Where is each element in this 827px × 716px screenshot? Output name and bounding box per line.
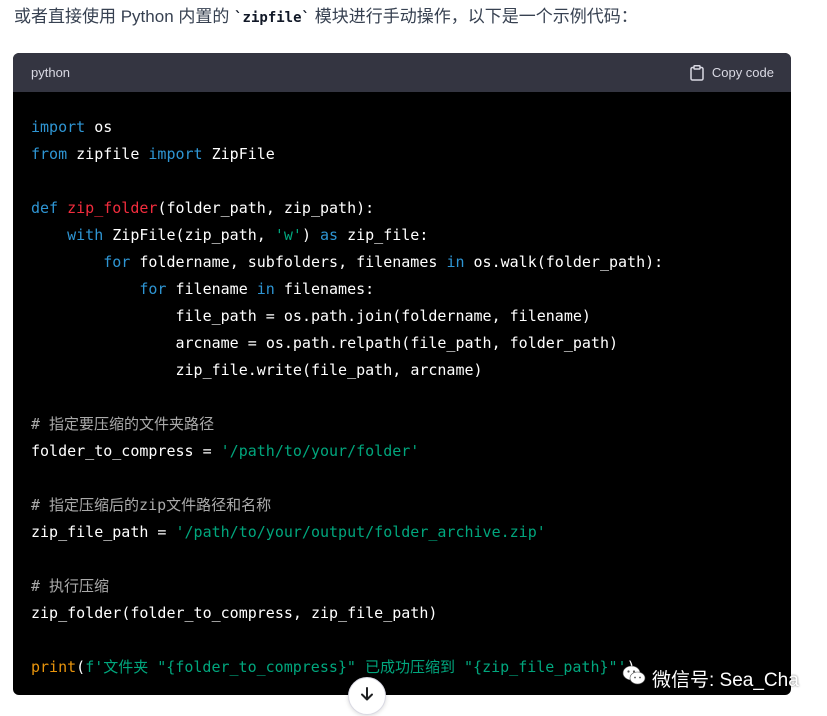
code-identifier: relpath xyxy=(338,334,402,352)
code-line: arcname = os.path.relpath(file_path, fol… xyxy=(175,334,619,352)
code-line: print(f'文件夹 "{folder_to_compress}" 已成功压缩… xyxy=(31,658,636,676)
code-line: file_path = os.path.join(foldername, fil… xyxy=(175,307,591,325)
inline-code-zipfile: `zipfile` xyxy=(234,10,310,26)
code-keyword: for xyxy=(139,280,167,298)
intro-before: 或者直接使用 Python 内置的 xyxy=(14,7,235,26)
code-function-name: zip_folder xyxy=(67,199,158,217)
intro-after: 模块进行手动操作，以下是一个示例代码： xyxy=(309,7,638,26)
code-line: # 执行压缩 xyxy=(31,577,109,595)
code-identifier: zip_path xyxy=(283,199,357,217)
code-identifier: join xyxy=(356,307,393,325)
copy-code-label: Copy code xyxy=(711,65,774,80)
code-identifier: arcname xyxy=(410,361,474,379)
code-identifier: write xyxy=(256,361,302,379)
code-line: import os xyxy=(31,118,112,136)
code-identifier: subfolders xyxy=(247,253,339,271)
code-string: 'w' xyxy=(274,226,302,244)
code-identifier: file_path xyxy=(410,334,492,352)
code-string: '/path/to/your/output/folder_archive.zip… xyxy=(175,523,546,541)
code-keyword: for xyxy=(103,253,131,271)
copy-code-button[interactable]: Copy code xyxy=(690,64,774,81)
code-line: # 指定要压缩的文件夹路径 xyxy=(31,415,214,433)
code-keyword: def xyxy=(31,199,59,217)
wechat-icon xyxy=(622,664,646,692)
code-block: python Copy code import os from zipfile … xyxy=(13,53,791,695)
code-line: with ZipFile(zip_path, 'w') as zip_file: xyxy=(67,226,429,244)
code-line: for filename in filenames: xyxy=(139,280,375,298)
code-identifier: file_path xyxy=(175,307,257,325)
code-identifier: zip_file_path xyxy=(31,523,149,541)
code-builtin: print xyxy=(31,658,77,676)
code-identifier: path xyxy=(310,307,348,325)
code-line: # 指定压缩后的zip文件路径和名称 xyxy=(31,496,271,514)
code-comment: # 指定压缩后的zip文件路径和名称 xyxy=(31,496,272,514)
code-identifier: folder_to_compress xyxy=(31,442,194,460)
code-keyword: from xyxy=(31,145,68,163)
code-identifier: zipfile xyxy=(76,145,140,163)
code-comment: # 指定要压缩的文件夹路径 xyxy=(31,415,215,433)
code-line: folder_to_compress = '/path/to/your/fold… xyxy=(31,442,420,460)
code-fstring: f'文件夹 "{folder_to_compress}" 已成功压缩到 "{zi… xyxy=(85,658,627,676)
code-string: '/path/to/your/folder' xyxy=(220,442,420,460)
code-identifier: filename xyxy=(509,307,582,325)
code-line: from zipfile import ZipFile xyxy=(31,145,275,163)
code-identifier: folder_path xyxy=(509,334,609,352)
code-identifier: os xyxy=(473,253,492,271)
code-identifier: ZipFile xyxy=(112,226,176,244)
code-identifier: arcname xyxy=(175,334,239,352)
code-identifier: folder_path xyxy=(166,199,266,217)
watermark-text: 微信号: Sea_Cha xyxy=(652,669,799,691)
code-line: for foldername, subfolders, filenames in… xyxy=(103,253,664,271)
code-keyword: import xyxy=(31,118,86,136)
code-identifier: filename xyxy=(175,280,248,298)
code-line: zip_folder(folder_to_compress, zip_file_… xyxy=(31,604,438,622)
code-keyword: with xyxy=(67,226,104,244)
code-keyword: in xyxy=(256,280,275,298)
code-identifier: walk xyxy=(500,253,537,271)
code-keyword: in xyxy=(446,253,465,271)
code-identifier: foldername xyxy=(401,307,492,325)
code-identifier: zip_folder xyxy=(31,604,122,622)
code-identifier: ZipFile xyxy=(211,145,275,163)
code-line: zip_file_path = '/path/to/your/output/fo… xyxy=(31,523,546,541)
code-identifier: zip_file xyxy=(347,226,420,244)
code-header: python Copy code xyxy=(13,53,791,92)
code-comment: # 执行压缩 xyxy=(31,577,110,595)
intro-text: 或者直接使用 Python 内置的 `zipfile` 模块进行手动操作，以下是… xyxy=(14,4,638,31)
code-identifier: zip_path xyxy=(184,226,257,244)
scroll-to-bottom-button[interactable] xyxy=(348,677,386,715)
python-code: import os from zipfile import ZipFile de… xyxy=(31,118,663,676)
arrow-down-icon xyxy=(359,686,375,707)
code-identifier: filenames xyxy=(356,253,438,271)
code-identifier: folder_to_compress xyxy=(130,604,293,622)
code-identifier: path xyxy=(292,334,330,352)
code-identifier: zip_file_path xyxy=(310,604,429,622)
clipboard-icon xyxy=(690,64,704,81)
code-line: zip_file.write(file_path, arcname) xyxy=(175,361,483,379)
code-language-label: python xyxy=(31,65,71,80)
code-keyword: import xyxy=(148,145,203,163)
code-identifier: file_path xyxy=(310,361,393,379)
code-identifier: zip_file xyxy=(175,361,248,379)
code-content: import os from zipfile import ZipFile de… xyxy=(13,92,791,681)
code-identifier: folder_path xyxy=(545,253,646,271)
code-identifier: foldername xyxy=(139,253,230,271)
code-identifier: filenames xyxy=(283,280,366,298)
code-identifier: os xyxy=(265,334,284,352)
code-keyword: as xyxy=(320,226,339,244)
code-identifier: os xyxy=(283,307,302,325)
watermark: 微信号: Sea_Cha xyxy=(622,664,799,692)
code-identifier: os xyxy=(94,118,113,136)
code-line: def zip_folder(folder_path, zip_path): xyxy=(31,199,375,217)
